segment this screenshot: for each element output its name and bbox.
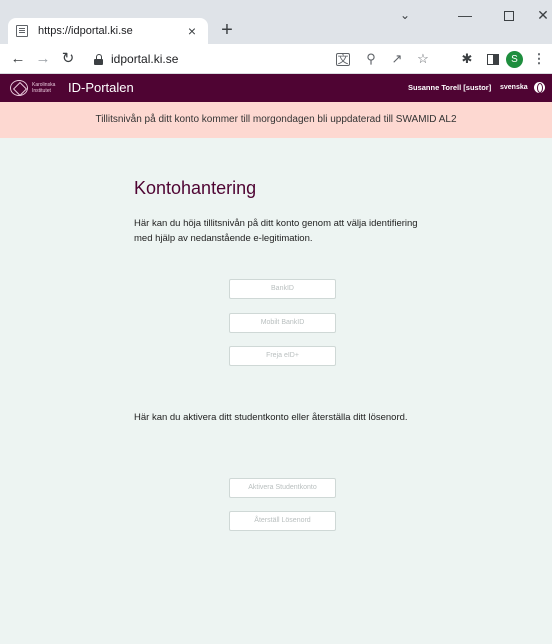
student-account-text: Här kan du aktivera ditt studentkonto el… [134,412,408,423]
browser-tab[interactable]: https://idportal.ki.se × [8,18,208,44]
site-title[interactable]: ID-Portalen [68,80,134,95]
user-name: Susanne Torell [sustor] [408,83,492,92]
ki-logo-text: Karolinska Institutet [32,82,56,94]
share-icon[interactable]: ↗ [388,50,406,68]
main-content: Kontohantering Här kan du höja tillitsni… [0,138,552,644]
close-window-button[interactable]: ✕ [528,4,552,26]
page-title: Kontohantering [134,178,257,198]
extensions-puzzle-icon[interactable]: ✱ [458,50,476,68]
intro-text: Här kan du höja tillitsnivån på ditt kon… [134,218,418,244]
notice-banner: Tillitsnivån på ditt konto kommer till m… [0,102,552,138]
reload-button[interactable]: ↻ [58,49,78,69]
lock-icon[interactable] [94,53,103,65]
minimize-button[interactable]: — [450,4,480,26]
zoom-icon[interactable]: ⚲ [362,50,380,68]
activate-student-account-button[interactable]: Aktivera Studentkonto [229,478,336,498]
language-selector[interactable]: svenska [500,84,528,91]
mobilt-bankid-button[interactable]: Mobilt BankID [229,313,336,333]
bankid-button[interactable]: BankID [229,279,336,299]
tab-title: https://idportal.ki.se [38,25,133,37]
freja-eid-button[interactable]: Freja eID+ [229,346,336,366]
url-text[interactable]: idportal.ki.se [111,52,178,66]
new-tab-button[interactable]: + [216,20,238,42]
ki-logo-icon[interactable] [10,80,28,96]
site-header: Karolinska Institutet ID-Portalen Susann… [0,74,552,102]
maximize-button[interactable] [494,4,524,26]
reset-password-button[interactable]: Återställ Lösenord [229,511,336,531]
forward-button[interactable]: → [33,49,53,69]
bookmark-star-icon[interactable]: ☆ [414,50,432,68]
menu-kebab-icon[interactable]: ⋮ [530,50,548,68]
back-button[interactable]: ← [8,49,28,69]
side-panel-icon[interactable] [484,50,502,68]
tab-close-button[interactable]: × [184,24,200,38]
browser-window: https://idportal.ki.se × + ⌄ — ✕ ← → ↻ i… [0,0,552,644]
browser-toolbar: ← → ↻ idportal.ki.se 文 ⚲ ↗ ☆ ✱ S ⋮ [0,44,552,74]
translate-icon[interactable]: 文 [336,53,350,66]
globe-icon[interactable] [534,82,545,93]
page-icon [16,25,28,37]
profile-avatar[interactable]: S [506,51,523,68]
tab-strip: https://idportal.ki.se × + ⌄ — ✕ [0,0,552,44]
tab-search-chevron-icon[interactable]: ⌄ [390,4,420,26]
